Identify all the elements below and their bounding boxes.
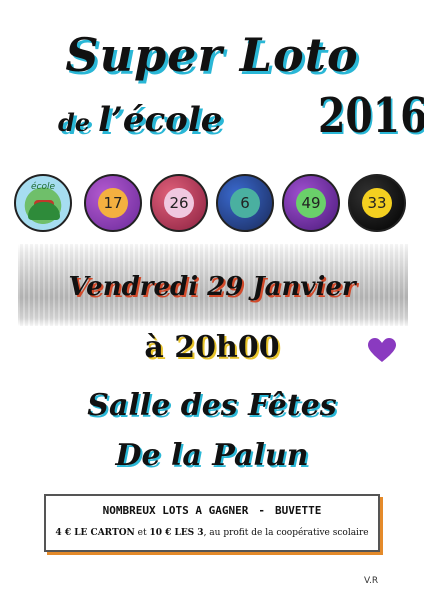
venue-location: De la Palun [115,438,309,473]
info-box: NOMBREUX LOTS A GAGNER - BUVETTE 4 € LE CA… [44,494,380,552]
subtitle-main: l’école [98,100,223,140]
lotto-ball-49: 49 [282,174,340,232]
venue-name: Salle des Fêtes [87,388,337,423]
event-time: à 20h00 [144,330,280,365]
heart-icon [368,338,396,362]
lotto-ball-26: 26 [150,174,208,232]
logo-label: école [30,182,56,192]
event-date: Vendredi 29 Janvier [68,272,356,302]
price-three: 10 € LES 3 [149,528,204,538]
ball-number: 6 [230,188,260,218]
lotto-ball-17: 17 [84,174,142,232]
artist-signature: V.R [364,576,379,586]
lotto-balls-row: école 17 26 6 49 33 [14,174,414,236]
poster-year: 2016 [318,88,424,144]
ball-number: 17 [98,188,128,218]
poster-subtitle: de l’école [58,100,222,140]
lotto-ball-6: 6 [216,174,274,232]
info-pricing-line: 4 € LE CARTON et 10 € LES 3, au profit d… [46,528,378,538]
school-logo-ball: école [14,174,72,232]
info-prizes-line: NOMBREUX LOTS A GAGNER - BUVETTE [46,504,378,517]
separator: - [258,504,265,517]
prizes-text: NOMBREUX LOTS A GAGNER [102,504,249,517]
ball-number: 26 [164,188,194,218]
hill-icon [28,202,60,220]
price-connector: et [134,528,150,538]
price-single: 4 € LE CARTON [55,528,135,538]
ball-number: 49 [296,188,326,218]
lotto-ball-33: 33 [348,174,406,232]
ball-number: 33 [362,188,392,218]
subtitle-prefix: de [58,108,91,137]
poster-title: Super Loto [65,28,359,82]
price-benefit: , au profit de la coopérative scolaire [203,528,369,538]
refreshments-text: BUVETTE [274,504,322,517]
